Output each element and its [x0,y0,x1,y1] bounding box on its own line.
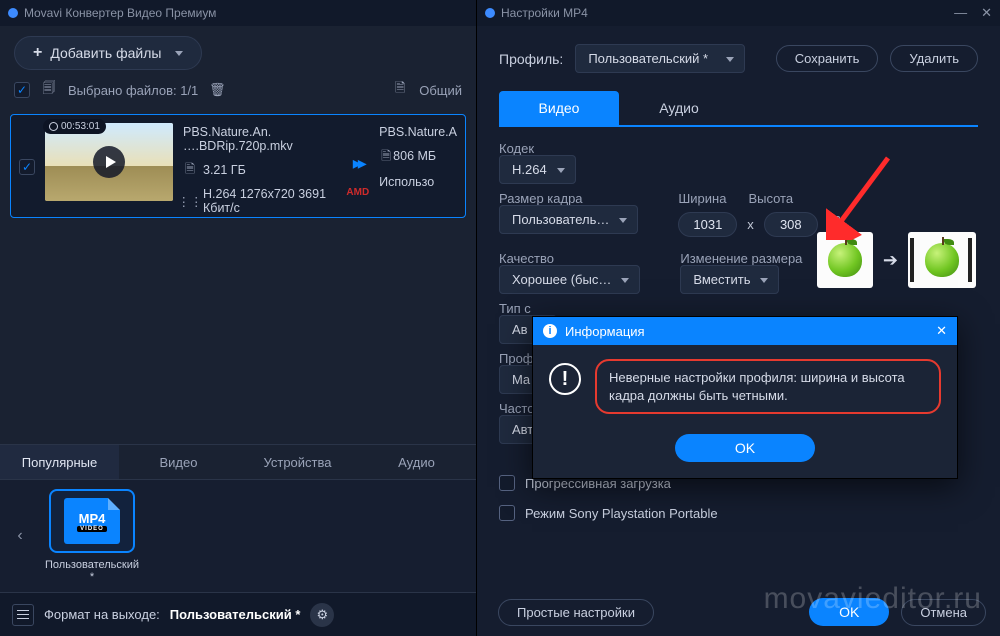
profile-dropdown[interactable]: Пользовательский * [575,44,745,73]
file-size: 3.21 ГБ [203,163,246,177]
trash-icon[interactable]: 🗑 [210,83,224,97]
ok-button[interactable]: OK [809,598,889,626]
type-label: Тип с [499,301,557,316]
file-checkbox[interactable] [19,159,35,175]
doc-icon: 🗎 [379,151,393,165]
x-separator: x [747,217,754,232]
progressive-checkbox[interactable] [499,475,515,491]
cancel-button[interactable]: Отмена [901,599,986,626]
convert-arrow-icon: ▸▸ [353,153,363,174]
format-bar: Формат на выходе: Пользовательский * ⚙ [0,592,476,636]
codec-label: Кодек [499,141,978,156]
resize-preview: ➔ [817,232,976,288]
add-files-label: Добавить файлы [50,45,161,61]
output-info: PBS.Nature.A 🗎806 МБ Использо [379,123,457,189]
preset-label: Пользовательский * [45,559,139,583]
tab-audio[interactable]: Аудио [357,445,476,479]
out-file-size: 806 МБ [393,149,436,163]
delete-button[interactable]: Удалить [890,45,978,72]
main-window: Movavi Конвертер Видео Премиум + Добавит… [0,0,476,636]
plus-icon: + [33,44,42,62]
main-titlebar: Movavi Конвертер Видео Премиум [0,0,476,26]
psp-checkbox[interactable] [499,505,515,521]
close-icon[interactable]: ✕ [936,323,947,339]
add-files-button[interactable]: + Добавить файлы [14,36,202,70]
selected-count: Выбрано файлов: 1/1 [68,83,198,98]
save-button[interactable]: Сохранить [776,45,879,72]
resize-label: Изменение размера [680,251,802,266]
height-input[interactable]: 308 [764,212,818,237]
tab-devices[interactable]: Устройства [238,445,357,479]
exclamation-icon: ! [549,363,581,395]
select-all-checkbox[interactable] [14,82,30,98]
psp-row[interactable]: Режим Sony Playstation Portable [499,505,978,521]
clock-icon [49,122,58,131]
amd-badge: AMD [346,187,369,198]
tab-popular[interactable]: Популярные [0,445,119,479]
mp4-icon: MP4 VIDEO [64,498,120,544]
chevron-down-icon [175,51,183,56]
arrow-right-icon: ➔ [883,250,898,271]
psp-label: Режим Sony Playstation Portable [525,506,718,521]
width-input[interactable]: 1031 [678,212,737,237]
format-label: Формат на выходе: [44,607,160,622]
file-thumbnail[interactable] [45,123,173,201]
video-audio-tabs: Видео Аудио [499,91,978,127]
toolbar: + Добавить файлы [0,26,476,76]
format-value: Пользовательский * [170,607,301,622]
app-logo-icon [485,8,495,18]
file-stream-info: H.264 1276x720 3691 Кбит/с [203,187,336,215]
format-tabs: Популярные Видео Устройства Аудио [0,444,476,480]
codec-dropdown[interactable]: H.264 [499,155,576,184]
profile-label: Профиль: [499,51,563,67]
height-label: Высота [748,191,793,206]
quality-dropdown[interactable]: Хорошее (быс… [499,265,640,294]
app-logo-icon [8,8,18,18]
tab-video-settings[interactable]: Видео [499,91,619,125]
preset-prev[interactable]: ‹ [10,506,30,566]
menu-icon[interactable] [12,604,34,626]
tab-audio-settings[interactable]: Аудио [619,91,739,125]
selection-strip: 🗐 Выбрано файлов: 1/1 🗑 🗎 Общий [0,76,476,108]
tab-video[interactable]: Видео [119,445,238,479]
quality-label: Качество [499,251,640,266]
info-message: Неверные настройки профиля: ширина и выс… [595,359,941,414]
preset-card[interactable]: MP4 VIDEO Пользовательский * [42,489,142,583]
settings-title: Настройки MP4 [501,6,588,20]
close-icon[interactable]: ✕ [981,5,992,21]
play-icon[interactable] [93,146,125,178]
out-use: Использо [379,175,457,189]
frame-size-label: Размер кадра [499,191,638,206]
frame-size-dropdown[interactable]: Пользователь… [499,205,638,234]
info-icon: ⋮⋮ [183,194,197,208]
gear-icon[interactable]: ⚙ [310,603,334,627]
resize-dropdown[interactable]: Вместить [680,265,779,294]
out-file-name: PBS.Nature.A [379,125,457,139]
minimize-icon[interactable]: — [954,5,967,21]
info-dialog: i Информация ✕ ! Неверные настройки проф… [532,316,958,479]
profile-row: Профиль: Пользовательский * Сохранить Уд… [477,26,1000,87]
info-dialog-header[interactable]: i Информация ✕ [533,317,957,345]
doc-icon: 🗎 [183,163,197,177]
width-label: Ширина [678,191,726,206]
file-row[interactable]: 00:53:01 PBS.Nature.An. ….BDRip.720p.mkv… [10,114,466,218]
info-ok-button[interactable]: OK [675,434,815,462]
info-icon: i [543,324,557,338]
preset-strip: ‹ MP4 VIDEO Пользовательский * [0,480,476,592]
duration-badge: 00:53:01 [43,119,106,134]
simple-settings-button[interactable]: Простые настройки [498,599,654,626]
settings-titlebar: Настройки MP4 — ✕ [477,0,1000,26]
general-label: Общий [419,83,462,98]
file-info: PBS.Nature.An. ….BDRip.720p.mkv 🗎 3.21 ГБ… [183,123,336,215]
info-title: Информация [565,324,645,339]
link-aspect-icon[interactable] [828,216,842,234]
file-name: PBS.Nature.An. ….BDRip.720p.mkv [183,125,336,153]
app-title: Movavi Конвертер Видео Премиум [24,6,216,20]
file-icon: 🗎 [393,83,407,97]
files-icon: 🗐 [42,83,56,97]
preview-before [817,232,873,288]
settings-footer: Простые настройки OK Отмена [498,598,986,626]
preview-after [908,232,976,288]
